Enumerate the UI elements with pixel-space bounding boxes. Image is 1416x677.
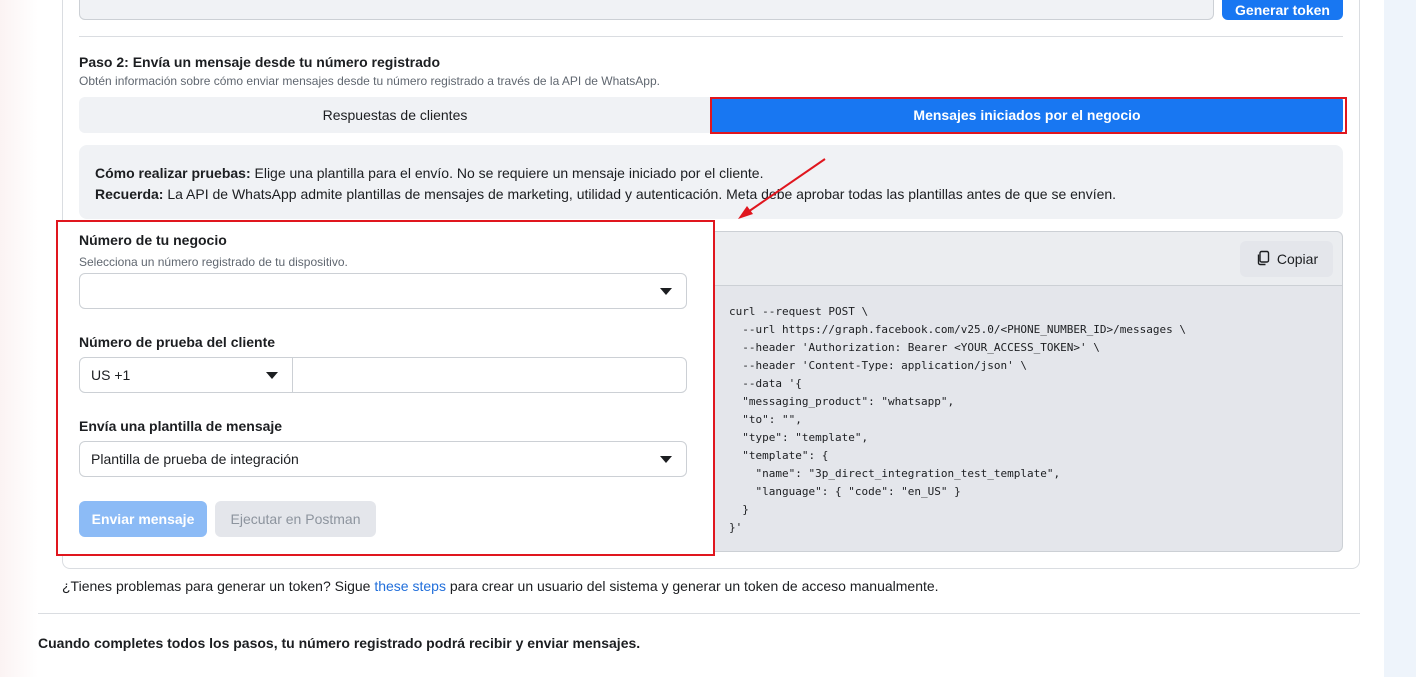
template-value: Plantilla de prueba de integración [91, 451, 299, 467]
customer-phone-input[interactable] [292, 357, 687, 393]
access-token-field[interactable] [79, 0, 1214, 20]
caret-down-icon [266, 372, 278, 379]
business-number-hint: Selecciona un número registrado de tu di… [79, 255, 348, 269]
step-subtitle: Obtén información sobre cómo enviar mens… [79, 74, 660, 88]
template-select[interactable]: Plantilla de prueba de integración [79, 441, 687, 477]
page-background-right [1384, 0, 1416, 677]
info-testing-label: Cómo realizar pruebas: [95, 165, 251, 181]
testing-info-box: Cómo realizar pruebas: Elige una plantil… [79, 145, 1343, 219]
generate-token-button[interactable]: Generar token [1222, 0, 1343, 20]
code-panel: Copiar curl --request POST \ --url https… [698, 231, 1343, 552]
business-number-label: Número de tu negocio [79, 232, 227, 248]
step-title: Paso 2: Envía un mensaje desde tu número… [79, 54, 440, 70]
caret-down-icon [660, 456, 672, 463]
curl-code-block: curl --request POST \ --url https://grap… [729, 305, 1186, 534]
bottom-divider [38, 613, 1360, 614]
completion-note: Cuando completes todos los pasos, tu núm… [38, 635, 641, 651]
template-label: Envía una plantilla de mensaje [79, 418, 283, 434]
caret-down-icon [660, 288, 672, 295]
send-message-button[interactable]: Enviar mensaje [79, 501, 207, 537]
tab-customer-replies[interactable]: Respuestas de clientes [79, 97, 711, 133]
business-number-select[interactable] [79, 273, 687, 309]
annotation-highlight-tab [710, 97, 1347, 134]
info-line-remember: Recuerda: La API de WhatsApp admite plan… [95, 184, 1327, 205]
token-help-suffix: para crear un usuario del sistema y gene… [445, 578, 939, 594]
section-divider [79, 36, 1343, 37]
country-code-value: US +1 [91, 367, 131, 383]
these-steps-link[interactable]: these steps [374, 578, 446, 594]
country-code-select[interactable]: US +1 [79, 357, 293, 393]
copy-label: Copiar [1276, 251, 1319, 267]
token-help-text: ¿Tienes problemas para generar un token?… [62, 578, 939, 594]
info-remember-text: La API de WhatsApp admite plantillas de … [163, 186, 1117, 202]
copy-icon [1255, 250, 1271, 269]
info-remember-label: Recuerda: [95, 186, 164, 202]
token-help-prefix: ¿Tienes problemas para generar un token?… [62, 578, 375, 594]
customer-number-label: Número de prueba del cliente [79, 334, 276, 350]
info-testing-text: Elige una plantilla para el envío. No se… [250, 165, 764, 181]
info-line-testing: Cómo realizar pruebas: Elige una plantil… [95, 163, 1327, 184]
page-background-left [0, 0, 38, 677]
copy-button[interactable]: Copiar [1240, 241, 1333, 277]
code-panel-header: Copiar [699, 232, 1342, 286]
run-in-postman-button[interactable]: Ejecutar en Postman [215, 501, 376, 537]
